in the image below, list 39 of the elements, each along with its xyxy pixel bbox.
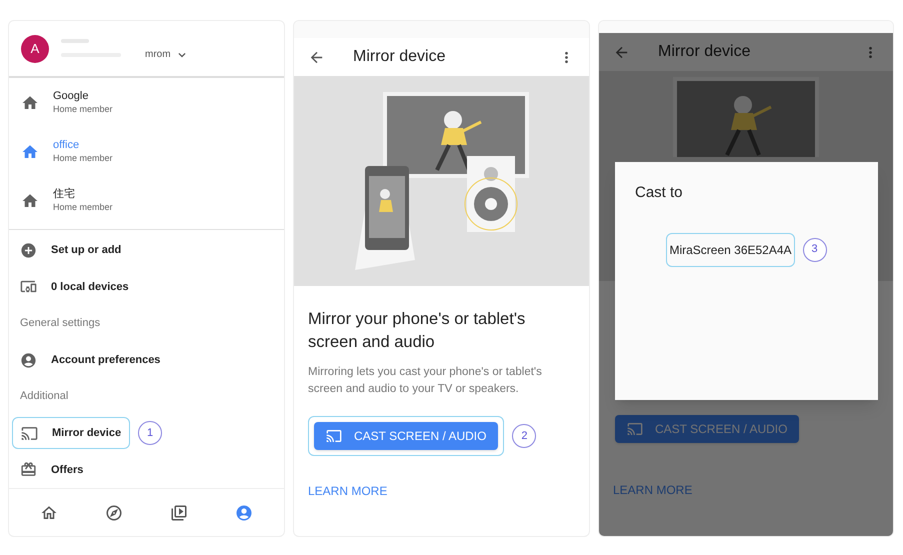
home-name: 住宅 bbox=[53, 188, 76, 202]
cast-icon bbox=[21, 424, 38, 442]
home-icon bbox=[21, 192, 39, 210]
home-role: Home member bbox=[53, 152, 113, 164]
dialog-title: Cast to bbox=[635, 183, 684, 203]
cast-icon bbox=[627, 421, 643, 437]
screen-title: Mirror device bbox=[658, 42, 752, 62]
section-heading: Additional bbox=[20, 389, 68, 404]
avatar[interactable]: A bbox=[21, 34, 49, 62]
step-number: 3 bbox=[802, 238, 827, 262]
section-heading: Mirror your phone's or tablet's screen and audio bbox=[308, 309, 526, 353]
home-role: Home member bbox=[53, 104, 113, 115]
profile-icon[interactable] bbox=[234, 504, 253, 522]
home-role: Home member bbox=[53, 202, 113, 213]
home-name: Google bbox=[53, 90, 90, 104]
account-email[interactable]: mrom bbox=[145, 47, 171, 62]
device-item[interactable]: MiraScreen 36E52A4A bbox=[666, 232, 795, 266]
video-library-icon[interactable] bbox=[170, 504, 188, 522]
gift-icon bbox=[20, 461, 37, 478]
home-icon bbox=[21, 142, 39, 160]
cast-icon bbox=[326, 428, 342, 444]
home-item[interactable]: Google Home member bbox=[9, 78, 284, 127]
menu-item[interactable]: 0 local devices bbox=[12, 270, 137, 303]
step-number: 1 bbox=[138, 421, 162, 446]
home-item[interactable]: 住宅 Home member bbox=[9, 176, 284, 225]
menu-item[interactable]: Offers bbox=[12, 454, 92, 486]
home-name: office bbox=[53, 139, 80, 153]
screen-title: Mirror device bbox=[353, 47, 446, 67]
learn-more-link[interactable]: LEARN MORE bbox=[308, 482, 575, 500]
home-icon bbox=[21, 94, 39, 112]
section-heading: General settings bbox=[20, 316, 100, 332]
home-item[interactable]: office Home member bbox=[9, 127, 284, 176]
description: Mirroring lets you cast your phone's or tablet's screen and audio to your TV or speakers. bbox=[308, 365, 543, 397]
menu-item[interactable]: Account preferences bbox=[12, 344, 168, 376]
home-icon[interactable] bbox=[40, 504, 58, 522]
cast-screen-button[interactable]: CAST SCREEN / AUDIO bbox=[314, 422, 498, 450]
compass-icon[interactable] bbox=[105, 504, 124, 522]
step-number: 2 bbox=[512, 424, 536, 448]
menu-item[interactable]: Set up or add bbox=[12, 234, 130, 266]
